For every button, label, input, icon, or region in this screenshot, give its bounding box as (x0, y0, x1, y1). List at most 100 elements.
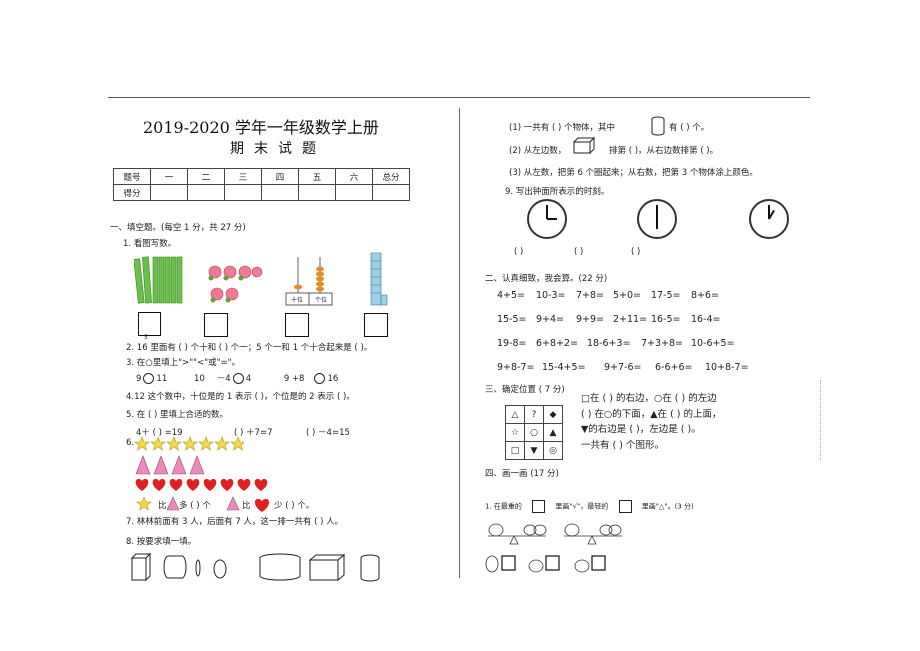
calc-item: 15-5= (497, 314, 527, 325)
calc-item: 9+8-7= (497, 362, 535, 373)
clock-1 (527, 199, 567, 239)
answer-box-3[interactable] (285, 313, 309, 337)
column-divider (459, 108, 460, 578)
answer-box-2[interactable] (204, 313, 228, 337)
section-1-heading: 一、填空题。(每空 1 分，共 27 分) (110, 223, 246, 233)
compare-value: 10 (193, 374, 205, 384)
calc-row-2: 15-5= 9+4= 9+9= 2+11= 16-5= 16-4= (497, 314, 721, 325)
clock-2 (637, 199, 677, 239)
question-4: 4.12 这个数中，十位是的 1 表示 ( )，个位是的 2 表示 ( )。 (126, 392, 355, 402)
balance-scales-picture (485, 523, 622, 573)
right-q3: (3) 从左数，把第 6 个圈起来；从右数，把第 3 个物体涂上颜色。 (509, 168, 758, 178)
calc-row-1: 4+5= 10-3= 7+8= 5+0= 17-5= 8+6= (497, 290, 719, 301)
stars-row (134, 436, 244, 451)
small-mark: 5 (144, 334, 148, 341)
score-cell (372, 184, 410, 201)
score-cell (150, 184, 188, 201)
grid-cell: ◆ (543, 405, 563, 424)
calc-item: 6-6+6= (655, 362, 693, 373)
question-9: 9. 写出钟面所表示的时刻。 (505, 187, 610, 197)
draw-text: 1. 在最重的 (485, 502, 522, 511)
star-icon (136, 496, 152, 511)
score-header-row: 题号 一 二 三 四 五 六 总分 (113, 168, 410, 185)
calc-item: 6+8+2= (536, 338, 579, 349)
position-line-3: ▼的右边是 ( )，左边是 ( )。 (581, 424, 701, 435)
cylinder-icon (651, 116, 665, 136)
score-cell: 总分 (372, 168, 410, 185)
calc-item: 10-6+5= (691, 338, 735, 349)
compare-value: 9 (136, 374, 142, 384)
sticks-picture (134, 256, 183, 304)
question-5: 5. 在 ( ) 里填上合适的数。 (126, 410, 229, 420)
score-cell: 五 (298, 168, 336, 185)
compare-circle[interactable] (143, 373, 155, 384)
answer-box[interactable] (618, 500, 632, 513)
score-cell: 得分 (113, 184, 151, 201)
score-cell: 四 (261, 168, 299, 185)
calc-item: 9+7-6= (604, 362, 642, 373)
compare-text-2: 多 ( ) 个 (179, 501, 211, 511)
grid-cell: △ (505, 405, 525, 424)
calc-item: 18-6+3= (587, 338, 631, 349)
answer-box-4[interactable] (364, 313, 388, 337)
compare-circle[interactable] (314, 373, 326, 384)
right-q2b: 排第 ( )，从右边数排第 ( )。 (609, 146, 719, 156)
answer-box-1[interactable] (138, 312, 161, 336)
section-3-heading: 三、确定位置 ( 7 分) (485, 385, 565, 395)
compare-row: 9 11 10 －4 4 9 +8 16 (136, 372, 338, 384)
calc-item: 9+9= (576, 314, 605, 325)
question-8: 8. 按要求填一填。 (126, 537, 197, 547)
calc-item: 7+3+8= (641, 338, 684, 349)
heart-icon (254, 498, 270, 512)
answer-box[interactable] (532, 500, 546, 513)
question-7: 7. 林林前面有 3 人，后面有 7 人，这一排一共有 ( ) 人。 (126, 517, 344, 527)
section-4-heading: 四、画一画 (17 分) (485, 469, 559, 479)
compare-text-4: 少 ( ) 个。 (274, 501, 315, 511)
calc-item: 10-3= (536, 290, 566, 301)
grid-cell: ☆ (505, 423, 525, 442)
position-grid: △ ? ◆ ☆ ○ ▲ □ ▼ ◎ (505, 405, 563, 460)
draw-text: 里画"△"。(3 分) (641, 502, 694, 511)
calc-item: 5+0= (613, 290, 642, 301)
peaches-picture (208, 265, 263, 303)
score-cell (298, 184, 336, 201)
clock-blank-1: ( ) (514, 247, 524, 257)
compare-circle[interactable] (232, 373, 244, 384)
score-cell (187, 184, 225, 201)
cuboid-icon (572, 137, 596, 155)
top-rule (108, 97, 810, 98)
abacus-tens-label: 十位 (291, 296, 303, 304)
position-line-2: ( ) 在○的下面，▲在 ( ) 的上面， (581, 409, 722, 420)
score-value-row: 得分 (113, 184, 410, 201)
abacus-picture: 十位 个位 (285, 257, 333, 306)
section-2-heading: 二、认真细致，我会算。(22 分) (485, 274, 608, 284)
calc-item: 2+11= (613, 314, 648, 325)
score-cell: 二 (187, 168, 225, 185)
compare-value: 9 +8 (283, 374, 305, 384)
compare-text-3: 比 (242, 501, 251, 511)
abacus-ones-label: 个位 (315, 296, 327, 304)
position-line-1: □在 ( ) 的右边，○在 ( ) 的左边 (581, 393, 717, 404)
calc-item: 8+6= (691, 290, 720, 301)
question-1: 1. 看图写数。 (123, 239, 177, 249)
calc-item: 16-5= (651, 314, 681, 325)
calc-item: 16-4= (691, 314, 721, 325)
grid-cell: ▲ (543, 423, 563, 442)
calc-item: 10+8-7= (705, 362, 749, 373)
grid-cell: □ (505, 441, 525, 460)
exam-subtitle: 期末试题 (230, 141, 326, 157)
compare-value: 16 (327, 374, 339, 384)
clock-blank-3: ( ) (631, 247, 641, 257)
calc-row-3: 19-8= 6+8+2= 18-6+3= 7+3+8= 10-6+5= (497, 338, 735, 349)
calc-item: 19-8= (497, 338, 527, 349)
right-q1b: 有 ( ) 个。 (669, 123, 710, 133)
position-line-4: 一共有 ( ) 个图形。 (581, 440, 664, 451)
right-q2: (2) 从左边数， (509, 146, 567, 156)
score-cell (261, 184, 299, 201)
grid-cell: ○ (524, 423, 544, 442)
calc-item: 15-4+5= (542, 362, 586, 373)
draw-text: 里画"√"，最轻的 (555, 502, 609, 511)
compare-value: －4 (216, 374, 231, 384)
compare-value: 4 (245, 374, 252, 384)
question-6: 6. (126, 438, 135, 448)
